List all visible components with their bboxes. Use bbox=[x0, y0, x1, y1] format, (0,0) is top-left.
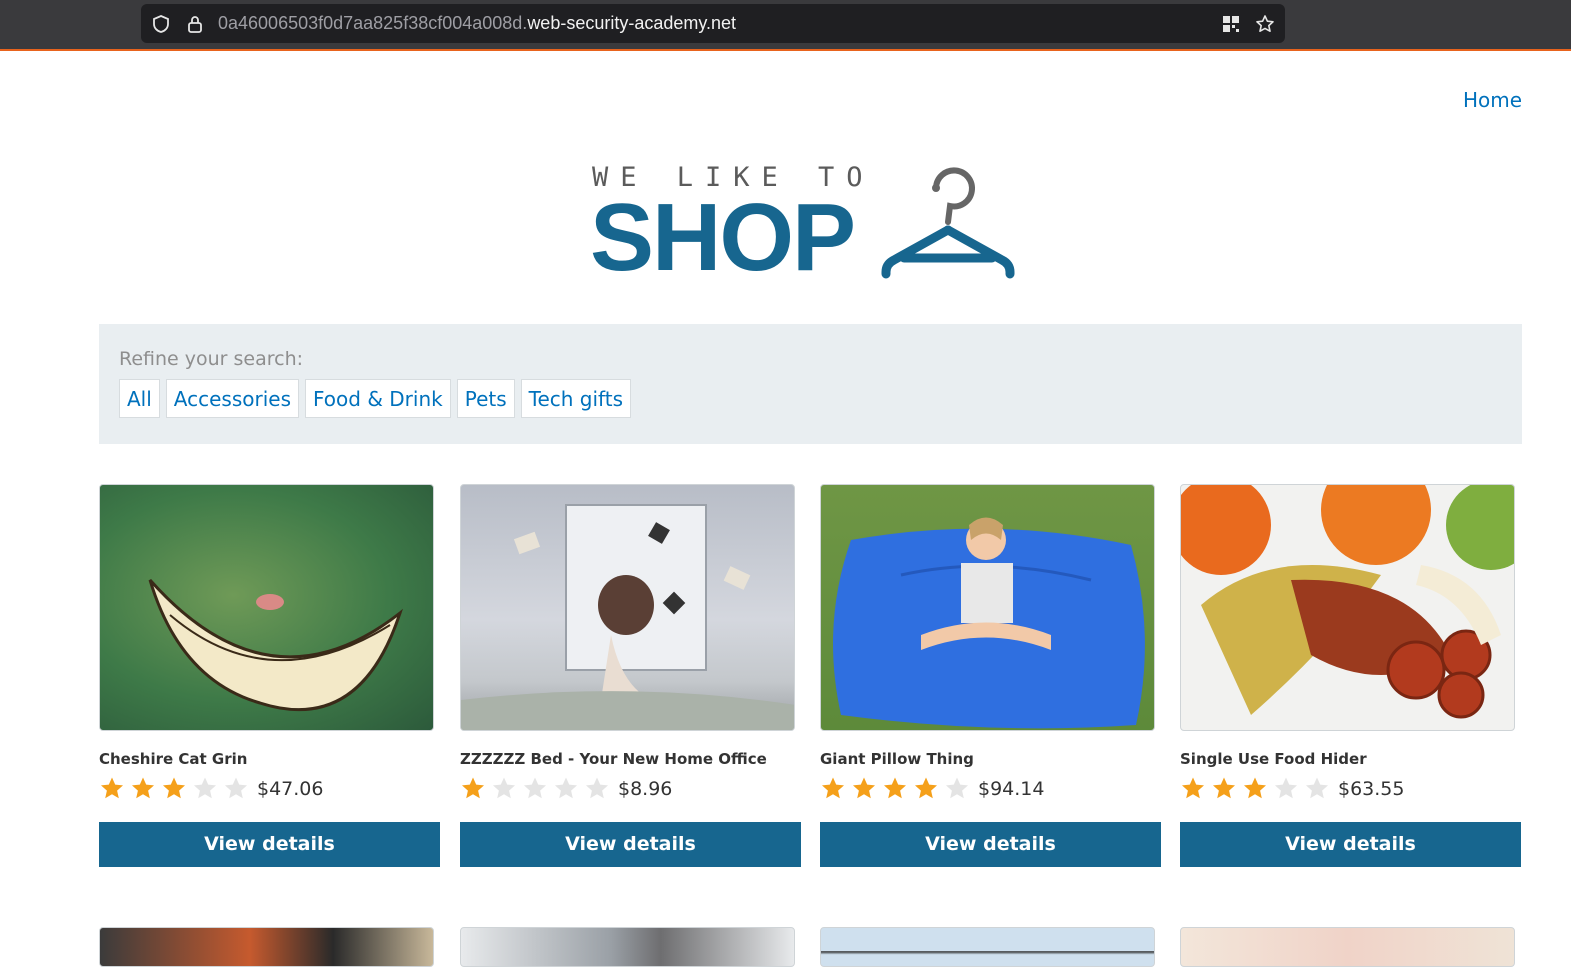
product-image[interactable] bbox=[1180, 484, 1515, 731]
filter-panel: Refine your search: All Accessories Food… bbox=[99, 324, 1522, 444]
star-filled-icon bbox=[853, 777, 875, 799]
star-empty-icon bbox=[555, 777, 577, 799]
star-filled-icon bbox=[1182, 777, 1204, 799]
star-filled-icon bbox=[884, 777, 906, 799]
product-card: Cheshire Cat Grin $47.06 View details bbox=[99, 484, 440, 867]
product-card: Giant Pillow Thing $94.14 View details bbox=[820, 484, 1161, 867]
url-subdomain: 0a46006503f0d7aa825f38cf004a008d. bbox=[218, 13, 528, 33]
view-details-button[interactable]: View details bbox=[820, 822, 1161, 867]
product-card: Single Use Food Hider $63.55 View detail… bbox=[1180, 484, 1521, 867]
star-filled-icon bbox=[1244, 777, 1266, 799]
product-image[interactable] bbox=[460, 927, 795, 967]
url-domain: web-security-academy.net bbox=[527, 13, 737, 33]
star-empty-icon bbox=[194, 777, 216, 799]
url-text[interactable]: 0a46006503f0d7aa825f38cf004a008d.web-sec… bbox=[218, 13, 736, 34]
view-details-button[interactable]: View details bbox=[99, 822, 440, 867]
product-price: $94.14 bbox=[978, 778, 1045, 800]
product-rating: $94.14 bbox=[820, 776, 1044, 802]
shield-icon[interactable] bbox=[151, 14, 171, 34]
hanger-icon bbox=[881, 167, 1015, 279]
star-empty-icon bbox=[586, 777, 608, 799]
product-card: ZZZZZZ Bed - Your New Home Office $8.96 … bbox=[460, 484, 801, 867]
product-rating: $8.96 bbox=[460, 776, 672, 802]
star-empty-icon bbox=[225, 777, 247, 799]
star-filled-icon bbox=[132, 777, 154, 799]
logo-wordmark: SHOP bbox=[590, 184, 856, 291]
star-empty-icon bbox=[493, 777, 515, 799]
product-image[interactable] bbox=[99, 927, 434, 967]
product-image[interactable] bbox=[99, 484, 434, 731]
filter-accessories[interactable]: Accessories bbox=[165, 379, 300, 418]
product-image[interactable] bbox=[820, 484, 1155, 731]
product-rating: $63.55 bbox=[1180, 776, 1404, 802]
product-image[interactable] bbox=[820, 927, 1155, 967]
lock-icon[interactable] bbox=[185, 14, 205, 34]
star-empty-icon bbox=[1306, 777, 1328, 799]
star-rating bbox=[99, 776, 249, 802]
star-filled-icon bbox=[915, 777, 937, 799]
product-image[interactable] bbox=[1180, 927, 1515, 967]
browser-toolbar: 0a46006503f0d7aa825f38cf004a008d.web-sec… bbox=[0, 0, 1571, 51]
star-rating bbox=[820, 776, 970, 802]
star-empty-icon bbox=[946, 777, 968, 799]
star-empty-icon bbox=[1275, 777, 1297, 799]
product-name: Cheshire Cat Grin bbox=[99, 750, 248, 768]
star-filled-icon bbox=[163, 777, 185, 799]
product-price: $47.06 bbox=[257, 778, 324, 800]
filter-pets[interactable]: Pets bbox=[456, 379, 515, 418]
filter-food-drink[interactable]: Food & Drink bbox=[305, 379, 451, 418]
product-price: $63.55 bbox=[1338, 778, 1405, 800]
star-filled-icon bbox=[101, 777, 123, 799]
qr-code-icon[interactable] bbox=[1221, 14, 1241, 34]
view-details-button[interactable]: View details bbox=[1180, 822, 1521, 867]
star-filled-icon bbox=[462, 777, 484, 799]
product-image[interactable] bbox=[460, 484, 795, 731]
star-filled-icon bbox=[822, 777, 844, 799]
view-details-button[interactable]: View details bbox=[460, 822, 801, 867]
product-name: Single Use Food Hider bbox=[1180, 750, 1367, 768]
product-price: $8.96 bbox=[618, 778, 673, 800]
shop-logo[interactable]: WE LIKE TO SHOP bbox=[590, 162, 1032, 286]
filter-all[interactable]: All bbox=[119, 379, 160, 418]
star-rating bbox=[460, 776, 610, 802]
product-rating: $47.06 bbox=[99, 776, 323, 802]
star-empty-icon bbox=[524, 777, 546, 799]
address-bar[interactable]: 0a46006503f0d7aa825f38cf004a008d.web-sec… bbox=[141, 4, 1285, 43]
product-name: Giant Pillow Thing bbox=[820, 750, 974, 768]
bookmark-star-icon[interactable] bbox=[1255, 14, 1275, 34]
product-name: ZZZZZZ Bed - Your New Home Office bbox=[460, 750, 767, 768]
filter-tech-gifts[interactable]: Tech gifts bbox=[520, 379, 632, 418]
category-filters: All Accessories Food & Drink Pets Tech g… bbox=[119, 379, 632, 418]
home-link[interactable]: Home bbox=[1463, 88, 1522, 112]
filter-label: Refine your search: bbox=[119, 348, 304, 370]
star-filled-icon bbox=[1213, 777, 1235, 799]
star-rating bbox=[1180, 776, 1330, 802]
